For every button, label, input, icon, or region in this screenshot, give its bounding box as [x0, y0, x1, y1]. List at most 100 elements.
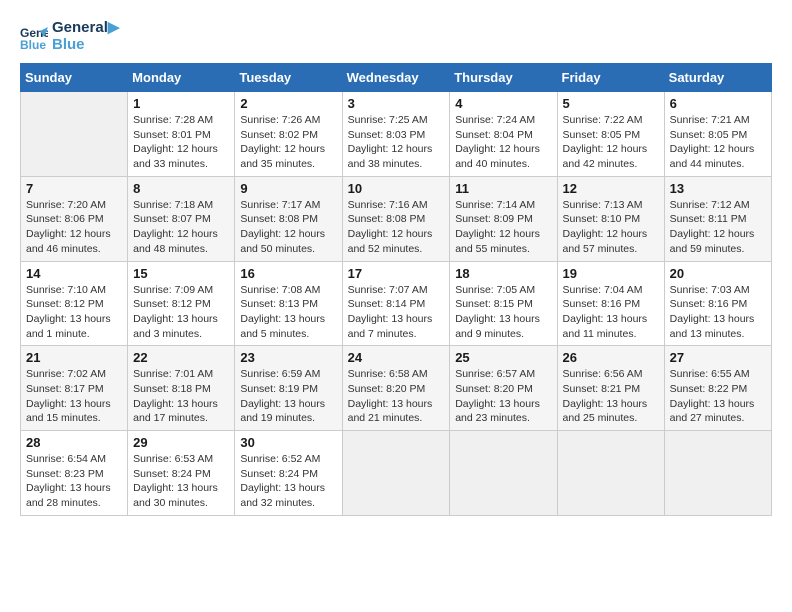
day-cell — [342, 431, 450, 516]
day-info: Sunrise: 6:57 AMSunset: 8:20 PMDaylight:… — [455, 367, 551, 426]
day-info: Sunrise: 7:13 AMSunset: 8:10 PMDaylight:… — [563, 198, 659, 257]
day-info: Sunrise: 7:20 AMSunset: 8:06 PMDaylight:… — [26, 198, 122, 257]
day-number: 25 — [455, 350, 551, 365]
day-cell: 6Sunrise: 7:21 AMSunset: 8:05 PMDaylight… — [664, 92, 771, 177]
day-cell: 26 Sunrise: 6:56 AMSunset: 8:21 PMDayligh… — [557, 346, 664, 431]
day-info: Sunrise: 6:54 AMSunset: 8:23 PMDaylight:… — [26, 452, 122, 511]
day-info: Sunrise: 6:56 AMSunset: 8:21 PMDaylight:… — [563, 367, 659, 426]
day-number: 16 — [240, 266, 336, 281]
header-wednesday: Wednesday — [342, 64, 450, 92]
header-sunday: Sunday — [21, 64, 128, 92]
day-number: 7 — [26, 181, 122, 196]
day-cell: 22 Sunrise: 7:01 AMSunset: 8:18 PMDayligh… — [128, 346, 235, 431]
day-info: Sunrise: 7:17 AMSunset: 8:08 PMDaylight:… — [240, 198, 336, 257]
day-cell: 23 Sunrise: 6:59 AMSunset: 8:19 PMDayligh… — [235, 346, 342, 431]
day-cell: 3 Sunrise: 7:25 AMSunset: 8:03 PMDaylight… — [342, 92, 450, 177]
day-number: 28 — [26, 435, 122, 450]
week-row-1: 1Sunrise: 7:28 AMSunset: 8:01 PMDaylight… — [21, 92, 772, 177]
day-cell: 15 Sunrise: 7:09 AMSunset: 8:12 PMDayligh… — [128, 261, 235, 346]
day-number: 13 — [670, 181, 766, 196]
header: General Blue General▶ Blue — [20, 20, 772, 53]
day-number: 23 — [240, 350, 336, 365]
day-info: Sunrise: 7:10 AMSunset: 8:12 PMDaylight:… — [26, 283, 122, 342]
day-number: 22 — [133, 350, 229, 365]
day-cell: 18 Sunrise: 7:05 AMSunset: 8:15 PMDayligh… — [450, 261, 557, 346]
day-cell: 19 Sunrise: 7:04 AMSunset: 8:16 PMDayligh… — [557, 261, 664, 346]
day-number: 18 — [455, 266, 551, 281]
day-cell: 1Sunrise: 7:28 AMSunset: 8:01 PMDaylight… — [128, 92, 235, 177]
day-info: Sunrise: 7:21 AMSunset: 8:05 PMDaylight:… — [670, 113, 766, 172]
day-number: 14 — [26, 266, 122, 281]
day-cell: 29Sunrise: 6:53 AMSunset: 8:24 PMDayligh… — [128, 431, 235, 516]
day-cell — [450, 431, 557, 516]
day-cell — [664, 431, 771, 516]
logo-text: General▶ — [52, 20, 119, 37]
day-cell: 20Sunrise: 7:03 AMSunset: 8:16 PMDayligh… — [664, 261, 771, 346]
day-cell: 2 Sunrise: 7:26 AMSunset: 8:02 PMDaylight… — [235, 92, 342, 177]
day-cell: 4 Sunrise: 7:24 AMSunset: 8:04 PMDaylight… — [450, 92, 557, 177]
day-cell: 10 Sunrise: 7:16 AMSunset: 8:08 PMDayligh… — [342, 176, 450, 261]
day-info: Sunrise: 6:52 AMSunset: 8:24 PMDaylight:… — [240, 452, 336, 511]
day-number: 21 — [26, 350, 122, 365]
day-info: Sunrise: 7:26 AMSunset: 8:02 PMDaylight:… — [240, 113, 336, 172]
day-number: 10 — [348, 181, 445, 196]
day-number: 24 — [348, 350, 445, 365]
day-cell: 9 Sunrise: 7:17 AMSunset: 8:08 PMDaylight… — [235, 176, 342, 261]
day-cell — [557, 431, 664, 516]
logo-blue: Blue — [52, 37, 119, 54]
day-number: 5 — [563, 96, 659, 111]
day-cell: 12Sunrise: 7:13 AMSunset: 8:10 PMDayligh… — [557, 176, 664, 261]
day-cell: 8Sunrise: 7:18 AMSunset: 8:07 PMDaylight… — [128, 176, 235, 261]
day-info: Sunrise: 6:53 AMSunset: 8:24 PMDaylight:… — [133, 452, 229, 511]
day-info: Sunrise: 7:08 AMSunset: 8:13 PMDaylight:… — [240, 283, 336, 342]
header-friday: Friday — [557, 64, 664, 92]
day-info: Sunrise: 6:55 AMSunset: 8:22 PMDaylight:… — [670, 367, 766, 426]
day-number: 26 — [563, 350, 659, 365]
week-row-3: 14 Sunrise: 7:10 AMSunset: 8:12 PMDayligh… — [21, 261, 772, 346]
day-info: Sunrise: 7:28 AMSunset: 8:01 PMDaylight:… — [133, 113, 229, 172]
day-cell: 16 Sunrise: 7:08 AMSunset: 8:13 PMDayligh… — [235, 261, 342, 346]
day-info: Sunrise: 7:09 AMSunset: 8:12 PMDaylight:… — [133, 283, 229, 342]
day-number: 15 — [133, 266, 229, 281]
week-row-4: 21 Sunrise: 7:02 AMSunset: 8:17 PMDayligh… — [21, 346, 772, 431]
day-info: Sunrise: 7:22 AMSunset: 8:05 PMDaylight:… — [563, 113, 659, 172]
day-number: 17 — [348, 266, 445, 281]
day-cell: 13Sunrise: 7:12 AMSunset: 8:11 PMDayligh… — [664, 176, 771, 261]
day-info: Sunrise: 7:02 AMSunset: 8:17 PMDaylight:… — [26, 367, 122, 426]
day-cell: 5 Sunrise: 7:22 AMSunset: 8:05 PMDaylight… — [557, 92, 664, 177]
week-row-2: 7 Sunrise: 7:20 AMSunset: 8:06 PMDaylight… — [21, 176, 772, 261]
day-cell: 11 Sunrise: 7:14 AMSunset: 8:09 PMDayligh… — [450, 176, 557, 261]
day-cell: 28 Sunrise: 6:54 AMSunset: 8:23 PMDayligh… — [21, 431, 128, 516]
day-info: Sunrise: 7:18 AMSunset: 8:07 PMDaylight:… — [133, 198, 229, 257]
day-info: Sunrise: 6:59 AMSunset: 8:19 PMDaylight:… — [240, 367, 336, 426]
day-number: 30 — [240, 435, 336, 450]
day-number: 27 — [670, 350, 766, 365]
day-cell — [21, 92, 128, 177]
day-cell: 24Sunrise: 6:58 AMSunset: 8:20 PMDayligh… — [342, 346, 450, 431]
day-cell: 27 Sunrise: 6:55 AMSunset: 8:22 PMDayligh… — [664, 346, 771, 431]
day-cell: 30 Sunrise: 6:52 AMSunset: 8:24 PMDayligh… — [235, 431, 342, 516]
day-cell: 14 Sunrise: 7:10 AMSunset: 8:12 PMDayligh… — [21, 261, 128, 346]
calendar-table: SundayMondayTuesdayWednesdayThursdayFrid… — [20, 63, 772, 516]
day-number: 2 — [240, 96, 336, 111]
day-cell: 25 Sunrise: 6:57 AMSunset: 8:20 PMDayligh… — [450, 346, 557, 431]
day-info: Sunrise: 7:05 AMSunset: 8:15 PMDaylight:… — [455, 283, 551, 342]
header-saturday: Saturday — [664, 64, 771, 92]
day-info: Sunrise: 7:24 AMSunset: 8:04 PMDaylight:… — [455, 113, 551, 172]
calendar-header-row: SundayMondayTuesdayWednesdayThursdayFrid… — [21, 64, 772, 92]
header-thursday: Thursday — [450, 64, 557, 92]
day-number: 9 — [240, 181, 336, 196]
header-tuesday: Tuesday — [235, 64, 342, 92]
day-info: Sunrise: 7:03 AMSunset: 8:16 PMDaylight:… — [670, 283, 766, 342]
day-info: Sunrise: 7:04 AMSunset: 8:16 PMDaylight:… — [563, 283, 659, 342]
day-info: Sunrise: 7:14 AMSunset: 8:09 PMDaylight:… — [455, 198, 551, 257]
day-info: Sunrise: 7:25 AMSunset: 8:03 PMDaylight:… — [348, 113, 445, 172]
day-number: 4 — [455, 96, 551, 111]
header-monday: Monday — [128, 64, 235, 92]
day-number: 11 — [455, 181, 551, 196]
day-number: 3 — [348, 96, 445, 111]
day-info: Sunrise: 7:01 AMSunset: 8:18 PMDaylight:… — [133, 367, 229, 426]
day-info: Sunrise: 7:16 AMSunset: 8:08 PMDaylight:… — [348, 198, 445, 257]
svg-text:Blue: Blue — [20, 38, 46, 51]
day-number: 19 — [563, 266, 659, 281]
